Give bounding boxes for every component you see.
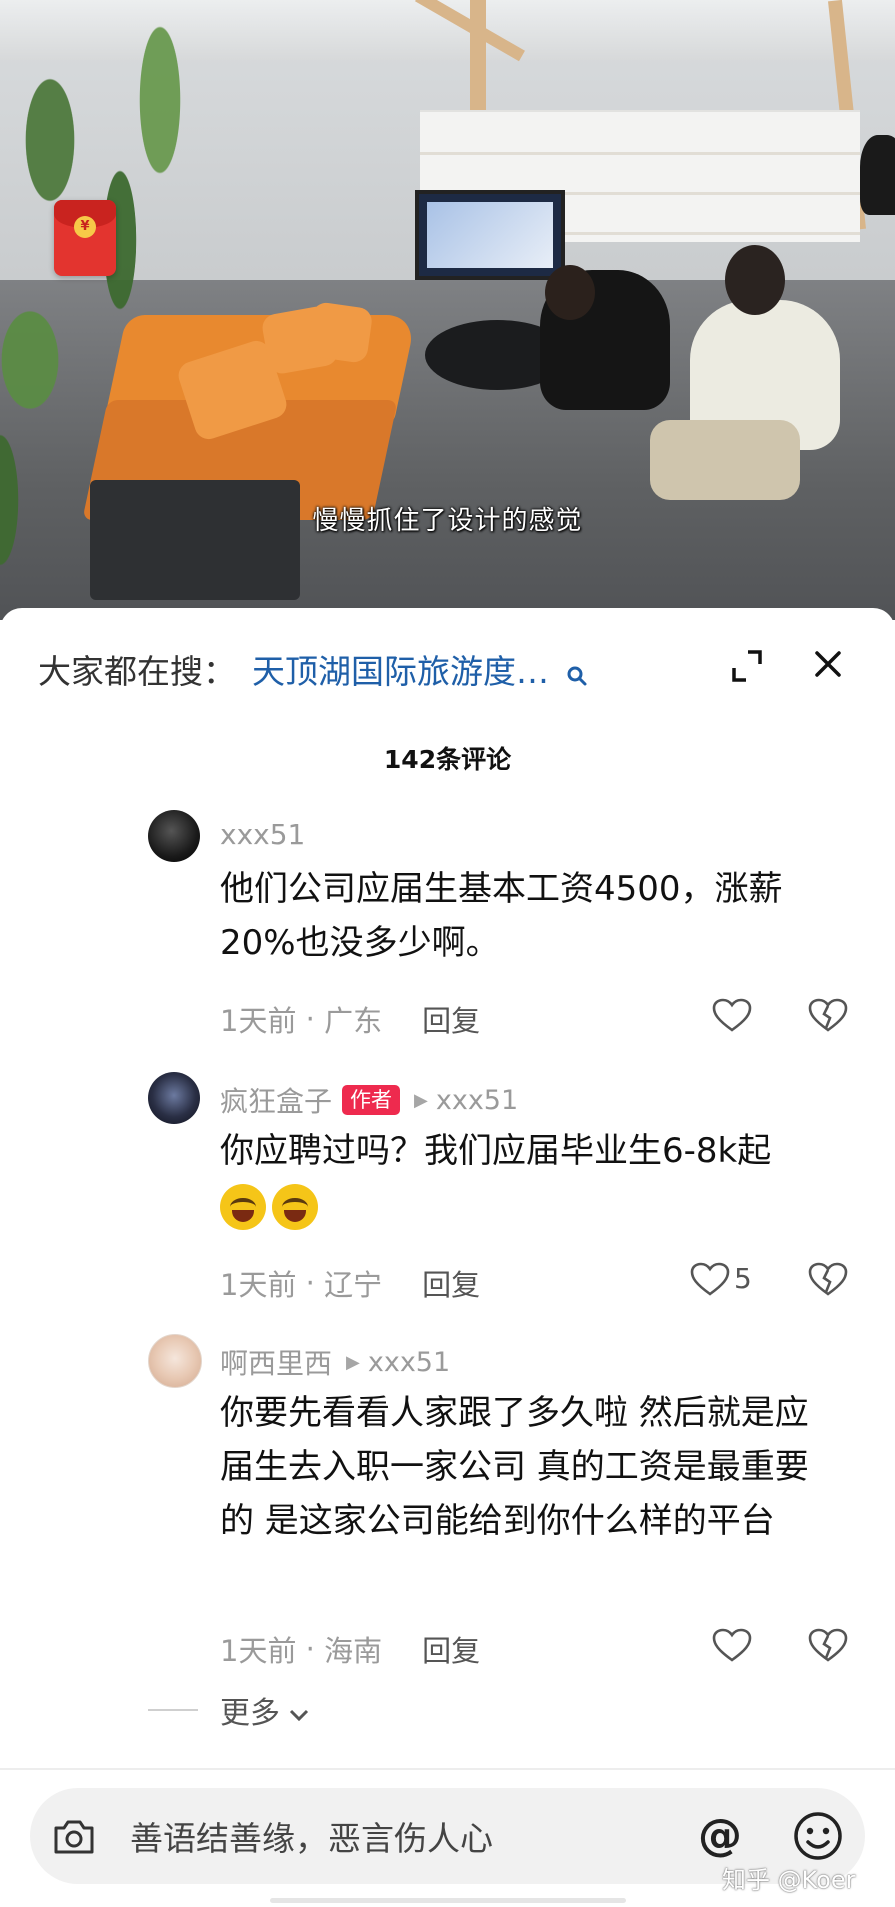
chevron-down-icon[interactable] xyxy=(288,1699,310,1722)
comment-username[interactable]: 疯狂盒子 作者 ▶ xxx51 xyxy=(220,1080,518,1120)
emoji-picker-icon[interactable] xyxy=(790,1808,846,1864)
like-count: 5 xyxy=(734,1262,752,1295)
comment-sheet: 大家都在搜： 天顶湖国际旅游度… 142条评论 xxx51 他们公司应届生基本工… xyxy=(0,608,895,1907)
reply-arrow-icon: ▶ xyxy=(414,1089,428,1111)
mention-at-icon[interactable]: @ xyxy=(690,1806,750,1866)
comment-meta: 1天前 · 广东 回复 xyxy=(220,998,480,1040)
comment-location: 辽宁 xyxy=(324,1268,383,1302)
cropped-tag xyxy=(150,778,290,792)
comment-text-content: 你应聘过吗？我们应届毕业生6-8k起 xyxy=(220,1131,772,1171)
heart-icon[interactable] xyxy=(712,1628,752,1664)
reply-to-username[interactable]: xxx51 xyxy=(436,1085,518,1116)
screen-root: { "video": { "subtitle": "慢慢抓住了设计的感觉", "… xyxy=(0,0,895,1907)
reply-arrow-icon: ▶ xyxy=(346,1351,360,1373)
username-text[interactable]: 疯狂盒子 xyxy=(220,1080,332,1120)
comment-meta: 1天前 · 海南 回复 xyxy=(220,1628,480,1670)
zhihu-watermark: 知乎 @Koer xyxy=(722,1866,856,1894)
red-envelope-icon[interactable]: ¥ xyxy=(54,200,116,276)
author-badge: 作者 xyxy=(342,1085,401,1115)
comment-text: 你应聘过吗？我们应届毕业生6-8k起 xyxy=(220,1124,840,1232)
red-envelope-coin: ¥ xyxy=(74,216,96,238)
camera-icon[interactable] xyxy=(50,1812,98,1860)
video-player[interactable]: ¥ 慢慢抓住了设计的感觉 xyxy=(0,0,895,620)
more-divider xyxy=(148,1709,198,1711)
heart-icon[interactable] xyxy=(712,998,752,1034)
avatar[interactable] xyxy=(148,1334,202,1388)
meta-separator: · xyxy=(296,1002,325,1036)
username-text[interactable]: 啊西里西 xyxy=(220,1342,332,1382)
broken-heart-icon[interactable] xyxy=(808,1262,848,1298)
comment-text: 你要先看看人家跟了多久啦 然后就是应届生去入职一家公司 真的工资是最重要的 是这… xyxy=(220,1393,809,1541)
video-person-head xyxy=(725,245,785,315)
heart-icon[interactable] xyxy=(690,1262,730,1298)
input-divider xyxy=(0,1768,895,1770)
comment-time: 1天前 xyxy=(220,1634,297,1668)
laugh-cry-emoji-icon xyxy=(220,1183,266,1230)
comment-text: 他们公司应届生基本工资4500，涨薪20%也没多少啊。 xyxy=(220,869,783,963)
comment-location: 海南 xyxy=(324,1634,383,1668)
comment-input[interactable]: 善语结善缘，恶言伤人心 xyxy=(130,1812,493,1860)
avatar[interactable] xyxy=(148,1072,200,1124)
comment-username[interactable]: xxx51 xyxy=(220,818,305,851)
video-subtitle: 慢慢抓住了设计的感觉 xyxy=(312,506,583,536)
home-indicator[interactable] xyxy=(270,1898,626,1903)
comment-time: 1天前 xyxy=(220,1268,297,1302)
trending-search-bar[interactable]: 大家都在搜： 天顶湖国际旅游度… xyxy=(38,644,589,694)
avatar[interactable] xyxy=(148,810,200,862)
more-replies-button[interactable]: 更多 xyxy=(148,1688,310,1732)
laugh-cry-emoji-icon xyxy=(272,1183,318,1230)
comment-meta: 1天前 · 辽宁 回复 xyxy=(220,1262,480,1304)
broken-heart-icon[interactable] xyxy=(808,998,848,1034)
reply-button[interactable]: 回复 xyxy=(422,998,480,1040)
video-person xyxy=(860,135,895,215)
meta-separator: · xyxy=(296,1266,325,1300)
trending-search-query[interactable]: 天顶湖国际旅游度… xyxy=(252,645,549,693)
comment-location: 广东 xyxy=(324,1004,383,1038)
trending-search-prefix: 大家都在搜： xyxy=(38,652,236,691)
broken-heart-icon[interactable] xyxy=(808,1628,848,1664)
expand-icon[interactable] xyxy=(728,646,768,686)
reply-button[interactable]: 回复 xyxy=(422,1262,480,1304)
meta-separator: · xyxy=(296,1632,325,1666)
reply-button[interactable]: 回复 xyxy=(422,1628,480,1670)
video-person-head xyxy=(545,265,595,320)
video-person-legs xyxy=(650,420,800,500)
reply-to-username[interactable]: xxx51 xyxy=(368,1347,450,1378)
comment-count-title: 142条评论 xyxy=(383,745,512,774)
comment-username[interactable]: 啊西里西 ▶ xxx51 xyxy=(220,1342,450,1382)
username-text[interactable]: xxx51 xyxy=(220,818,305,851)
close-icon[interactable] xyxy=(808,644,848,684)
video-monitor xyxy=(415,190,565,280)
video-pillow xyxy=(306,301,374,364)
comment-time: 1天前 xyxy=(220,1004,297,1038)
more-label[interactable]: 更多 xyxy=(220,1688,280,1732)
search-icon[interactable] xyxy=(565,657,589,686)
